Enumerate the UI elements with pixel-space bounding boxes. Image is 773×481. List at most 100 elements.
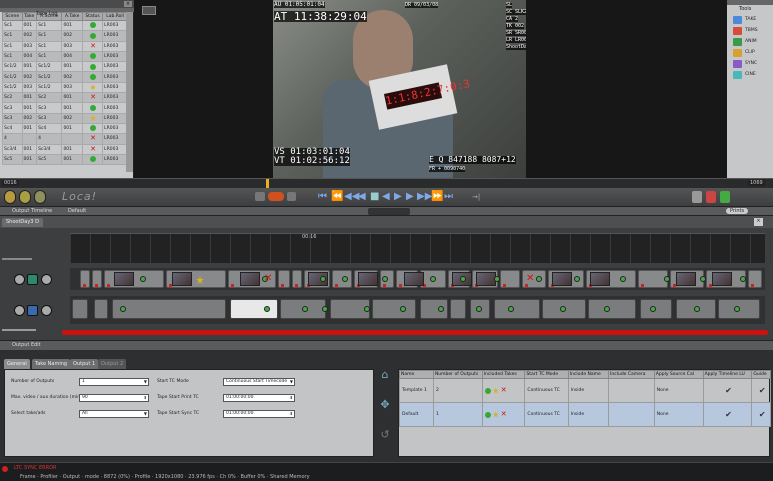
table-row[interactable]: Sc1/2 003 Sc1/2 003 LR003 [2, 81, 128, 94]
close-icon[interactable]: × [124, 1, 132, 7]
play-icon[interactable]: ▶ [394, 191, 402, 203]
video-track-lock-icon[interactable] [14, 274, 25, 285]
column-header[interactable]: Start TC Mode [524, 370, 569, 379]
next-edit-icon[interactable]: ⏩ [431, 191, 443, 203]
column-header[interactable]: Name [399, 370, 434, 379]
timeline-view-buttons[interactable] [368, 208, 410, 215]
bad-status-icon[interactable]: ✕ [90, 42, 96, 50]
tool-item[interactable]: SYNC [733, 60, 769, 69]
move-icon[interactable]: ✥ [378, 398, 392, 412]
good-status-icon[interactable] [90, 53, 96, 60]
goto-start-icon[interactable]: ⏮ [318, 191, 327, 203]
tool-item[interactable]: CLIP [733, 49, 769, 58]
good-status-icon[interactable] [90, 104, 96, 111]
audio-icon[interactable] [720, 191, 730, 203]
record-button[interactable] [4, 190, 16, 204]
track-height-slider[interactable] [2, 329, 36, 331]
undo-icon[interactable]: ↺ [378, 428, 392, 442]
menu-button[interactable] [287, 192, 296, 201]
audio-track-monitor-icon[interactable] [27, 305, 38, 316]
audio-clip[interactable] [588, 299, 636, 319]
good-status-icon[interactable] [90, 22, 96, 29]
table-row[interactable]: Sc3 002 Sc3 002 LR003 [2, 112, 128, 124]
tool-item[interactable]: TAKE [733, 16, 769, 25]
circled-status-icon[interactable] [90, 84, 96, 91]
column-header[interactable]: Take [21, 12, 38, 21]
lock-button[interactable] [19, 190, 31, 204]
bad-status-icon[interactable]: ✕ [90, 145, 96, 153]
checkmark-icon[interactable]: ✔ [725, 386, 732, 395]
table-row[interactable]: Sc1/2 002 Sc1/2 002 LR003 [2, 71, 128, 83]
audio-clip[interactable] [230, 299, 278, 319]
table-row[interactable]: Sc2 001 Sc2 001 ✕ LR003 [2, 92, 128, 104]
monitor-icon[interactable] [142, 6, 156, 15]
goto-end-icon[interactable]: ⏭ [444, 191, 453, 203]
step-back-icon[interactable]: ◀ [358, 191, 366, 203]
zoom-slider[interactable] [2, 258, 32, 260]
column-header[interactable]: Apply Timeline LU [702, 370, 753, 379]
video-clip[interactable] [104, 270, 164, 288]
audio-track-speaker-icon[interactable] [41, 305, 52, 316]
table-row[interactable]: Sc1 001 Sc1 001 LR003 [2, 19, 128, 32]
audio-clip[interactable] [112, 299, 226, 319]
tab-take-naming[interactable]: Take Naming [32, 359, 71, 369]
play-reverse-icon[interactable]: ◀ [382, 191, 390, 203]
timecode-ruler[interactable]: 0016 1069 [0, 178, 773, 188]
tab-output-2[interactable]: Output 2 [98, 359, 127, 369]
column-header[interactable]: Status [81, 12, 104, 21]
take-log-table[interactable]: Scene Take A.Scene A.Take Status Lab.Roll Sc1… [2, 12, 128, 166]
audio-track-lock-icon[interactable] [14, 305, 25, 316]
audio-clip[interactable] [372, 299, 416, 319]
stop-icon[interactable]: ■ [370, 191, 379, 203]
tool-item[interactable]: ANIM [733, 38, 769, 47]
audio-clip[interactable] [72, 299, 88, 319]
circled-status-icon[interactable] [90, 115, 96, 122]
column-header[interactable]: Included Takes [481, 370, 526, 379]
table-row[interactable]: Sc3 001 Sc3 001 LR003 [2, 102, 128, 114]
column-header[interactable]: Guide [751, 370, 771, 379]
video-clip[interactable] [278, 270, 290, 288]
sync-button[interactable] [34, 190, 46, 204]
good-status-icon[interactable] [90, 73, 96, 80]
output-timeline-preset[interactable]: Default [68, 208, 86, 214]
tool-item[interactable]: TBMS [733, 27, 769, 36]
home-icon[interactable]: ⌂ [378, 368, 392, 382]
tab-shootday[interactable]: ShootDay3 D [2, 218, 43, 227]
bad-status-icon[interactable]: ✕ [90, 93, 96, 101]
checkmark-icon[interactable]: ✔ [759, 386, 766, 395]
column-header[interactable]: Apply Source Cal [653, 370, 704, 379]
column-header[interactable]: Include Camera [608, 370, 655, 379]
table-row[interactable]: Default 1 ✕ Continuous TC Inside None ✔ ✔ [399, 402, 771, 427]
good-status-icon[interactable] [90, 156, 96, 163]
close-tab-icon[interactable]: × [754, 218, 763, 226]
take-log-scrollbar[interactable] [126, 12, 133, 172]
tool-item[interactable]: CINE [733, 71, 769, 80]
table-row[interactable]: Sc5 001 Sc5 001 LR003 [2, 153, 128, 166]
sync-tc-input[interactable]: 01:00:00:00 ⬍ [223, 410, 295, 418]
start-tc-mode-select[interactable]: Continuous Start Timecode ▼ [223, 378, 295, 386]
audio-clip[interactable] [494, 299, 540, 319]
video-track-solo-icon[interactable] [41, 274, 52, 285]
audio-clip[interactable] [640, 299, 672, 319]
audio-clip[interactable] [94, 299, 108, 319]
bad-status-icon[interactable]: ✕ [90, 134, 96, 142]
column-header[interactable]: A.Take [61, 12, 83, 21]
table-row[interactable]: Sc1 002 Sc1 002 LR003 [2, 30, 128, 42]
checkmark-icon[interactable]: ✔ [759, 410, 766, 419]
good-status-icon[interactable] [90, 63, 96, 70]
timeline-ruler[interactable]: 00:16 [70, 233, 771, 264]
prev-edit-icon[interactable]: ⏪ [331, 191, 343, 203]
tab-general[interactable]: General [4, 359, 30, 369]
audio-clip[interactable] [450, 299, 466, 319]
column-header[interactable]: Include Name [567, 370, 610, 379]
table-row[interactable]: Sc4 001 Sc4 001 LR003 [2, 122, 128, 135]
eject-icon[interactable] [692, 191, 702, 203]
alert-icon[interactable] [706, 191, 716, 203]
mark-in-button[interactable] [255, 192, 265, 201]
video-viewer[interactable]: 1:1:8:2:7:0:3 AU 01:05:01:04 AT 11:38:29… [273, 0, 526, 178]
column-header[interactable]: Number of Outputs [432, 370, 483, 379]
max-duration-stepper[interactable]: 90 ⬍ [79, 394, 149, 402]
column-header[interactable]: Scene [2, 12, 23, 21]
checkmark-icon[interactable]: ✔ [725, 410, 732, 419]
good-status-icon[interactable] [90, 32, 96, 39]
